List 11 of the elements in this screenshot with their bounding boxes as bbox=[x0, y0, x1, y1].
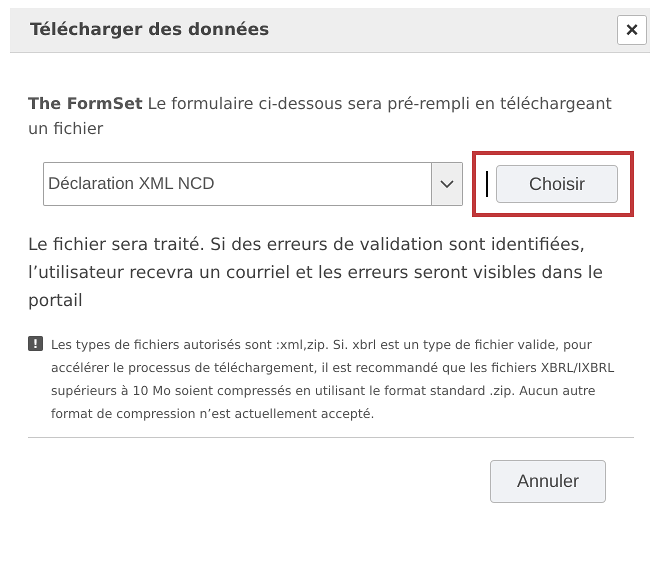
chevron-down-icon bbox=[440, 180, 454, 188]
text-cursor bbox=[486, 171, 488, 197]
warning-icon: ! bbox=[28, 336, 43, 351]
info-text: Le fichier sera traité. Si des erreurs de validation sont identifiées, l’utilisateur recevra un courriel et les erreurs seront visibles dans le portail bbox=[28, 234, 604, 313]
close-button[interactable]: × bbox=[617, 15, 647, 45]
file-type-dropdown[interactable]: Déclaration XML NCD bbox=[43, 162, 463, 206]
cancel-button[interactable]: Annuler bbox=[490, 460, 606, 503]
dialog-title: Télécharger des données bbox=[30, 20, 270, 40]
intro-text: The FormSet Le formulaire ci-dessous sera pré-rempli en téléchargeant un fichier bbox=[28, 93, 613, 140]
choose-button[interactable]: Choisir bbox=[496, 165, 618, 203]
note-text: Les types de fichiers autorisés sont :xml,zip. Si. xbrl est un type de fichier valide, pour accélérer le processus de téléchargement, il est recommandé que les fichiers XBRL/IXBRL supérieurs à 10 Mo soient compressés en utilisant le format standard .zip. Aucun autre format de compression n’est actuellement accepté. bbox=[51, 336, 616, 423]
